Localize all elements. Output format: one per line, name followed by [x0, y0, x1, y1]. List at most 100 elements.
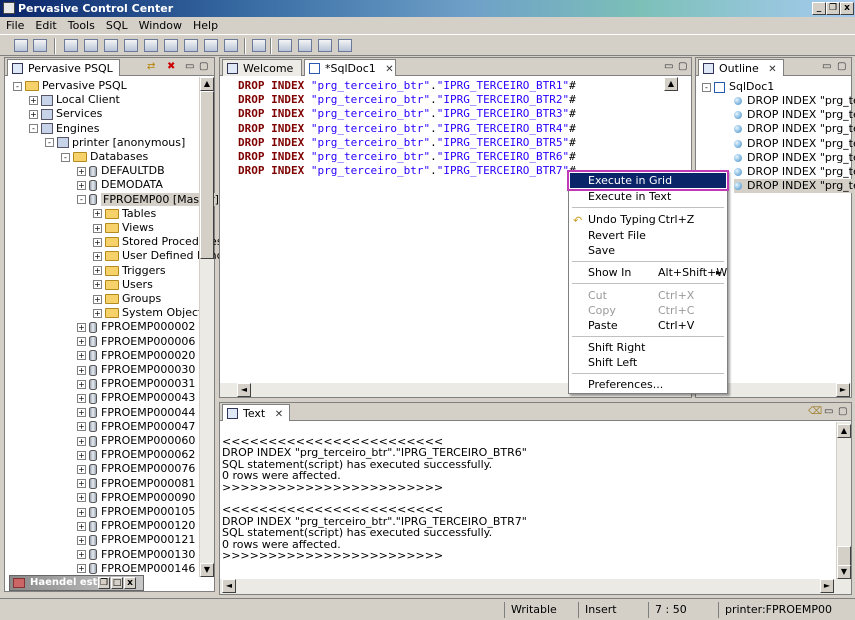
tree-item[interactable]: + FPROEMP000121	[77, 533, 195, 547]
expand-icon[interactable]: +	[77, 351, 86, 361]
minimize-panel-icon[interactable]: ▭	[185, 61, 194, 72]
query-icon[interactable]	[144, 39, 158, 52]
maximize-panel-icon[interactable]: ▢	[199, 61, 208, 72]
collapse-icon[interactable]: -	[13, 81, 22, 91]
key-icon[interactable]	[224, 39, 238, 52]
menu-shift-left[interactable]: Shift Left	[570, 355, 726, 370]
scroll-down-icon[interactable]: ▼	[200, 563, 214, 577]
collapse-icon[interactable]: -	[29, 124, 38, 134]
menu-copy[interactable]: Copy Ctrl+C	[570, 303, 726, 318]
sql-line[interactable]: DROP INDEX "prg_terceiro_btr"."IPRG_TERC…	[238, 122, 576, 136]
expand-icon[interactable]: +	[77, 507, 86, 517]
sql-line[interactable]: DROP INDEX "prg_terceiro_btr"."IPRG_TERC…	[238, 79, 576, 93]
sql-line[interactable]: DROP INDEX "prg_terceiro_btr"."IPRG_TERC…	[238, 93, 576, 107]
tree-item[interactable]: + Triggers	[93, 264, 166, 278]
expand-icon[interactable]: +	[93, 280, 102, 290]
tree-item[interactable]: - Pervasive PSQL	[13, 79, 127, 93]
scroll-up-icon[interactable]: ▲	[837, 424, 851, 438]
menu-edit[interactable]: Edit	[29, 17, 61, 32]
expand-icon[interactable]: +	[77, 379, 86, 389]
expand-icon[interactable]: +	[77, 479, 86, 489]
expand-icon[interactable]: +	[77, 550, 86, 560]
outline-item[interactable]: DROP INDEX "prg_terceir	[734, 94, 855, 108]
scroll-left-icon[interactable]: ◄	[237, 383, 251, 397]
table-icon[interactable]	[84, 39, 98, 52]
run-grid-icon[interactable]	[298, 39, 312, 52]
tree-item[interactable]: + FPROEMP000146	[77, 562, 195, 576]
menu-cut[interactable]: Cut Ctrl+X	[570, 288, 726, 303]
outline-item[interactable]: DROP INDEX "prg_terceir	[734, 165, 855, 179]
tree-item[interactable]: + Tables	[93, 207, 156, 221]
maximize-panel-icon[interactable]: ▢	[837, 61, 846, 72]
document-icon[interactable]	[252, 39, 266, 52]
expand-icon[interactable]: +	[77, 408, 86, 418]
tree-item[interactable]: + FPROEMP000043	[77, 391, 195, 405]
tree-scrollbar[interactable]: ▲ ▼	[199, 77, 214, 577]
menu-execute-in-text[interactable]: Execute in Text	[570, 189, 726, 204]
print-icon[interactable]	[33, 39, 47, 52]
grid-icon[interactable]	[64, 39, 78, 52]
scroll-thumb[interactable]	[837, 546, 851, 566]
scroll-right-icon[interactable]: ►	[836, 383, 850, 397]
close-tab-icon[interactable]: ✕	[275, 409, 283, 420]
close-window-button[interactable]: x	[840, 2, 854, 15]
restore-button[interactable]: ❐	[826, 2, 840, 15]
menu-window[interactable]: Window	[133, 17, 187, 32]
menu-file[interactable]: File	[0, 17, 29, 32]
expand-icon[interactable]: +	[77, 422, 86, 432]
tree-item[interactable]: + FPROEMP000002	[77, 320, 195, 334]
maximize-panel-icon[interactable]: ▢	[838, 406, 847, 417]
save-icon[interactable]	[14, 39, 28, 52]
sql-line[interactable]: DROP INDEX "prg_terceiro_btr"."IPRG_TERC…	[238, 150, 576, 164]
text-vscroll[interactable]: ▲ ▼	[836, 422, 851, 579]
expand-icon[interactable]: +	[77, 337, 86, 347]
expand-icon[interactable]: +	[77, 166, 86, 176]
tree-item[interactable]: + FPROEMP000130	[77, 548, 195, 562]
tree-item[interactable]: - Databases	[61, 150, 148, 164]
tree-item[interactable]: + Views	[93, 221, 154, 235]
tree-item[interactable]: + Services	[29, 107, 102, 121]
tab-sqldoc1[interactable]: *SqlDoc1 ✕	[304, 59, 396, 76]
tree-item[interactable]: + FPROEMP000120	[77, 519, 195, 533]
tree-item[interactable]: + DEFAULTDB	[77, 164, 165, 178]
tree-item[interactable]: + FPROEMP000020	[77, 349, 195, 363]
tree-item[interactable]: + System Objects	[93, 306, 208, 320]
collapse-icon[interactable]: -	[77, 195, 86, 205]
tree-item[interactable]: + FPROEMP000076	[77, 462, 195, 476]
tree-item[interactable]: + FPROEMP000105	[77, 505, 195, 519]
expand-icon[interactable]: +	[77, 564, 86, 574]
expand-icon[interactable]: +	[77, 450, 86, 460]
menu-tools[interactable]: Tools	[62, 17, 100, 32]
outline-item[interactable]: DROP INDEX "prg_terceir	[734, 122, 855, 136]
tree-item[interactable]: - printer [anonymous]	[45, 136, 185, 150]
scroll-down-icon[interactable]: ▼	[837, 565, 851, 579]
minimize-button[interactable]: _	[812, 2, 826, 15]
minimize-panel-icon[interactable]: ▭	[824, 406, 833, 417]
expand-icon[interactable]: +	[77, 322, 86, 332]
tree-item[interactable]: + Local Client	[29, 93, 120, 107]
expand-icon[interactable]: +	[77, 436, 86, 446]
collapse-icon[interactable]: -	[702, 82, 711, 92]
expand-icon[interactable]: +	[77, 521, 86, 531]
expand-icon[interactable]: +	[77, 393, 86, 403]
menu-help[interactable]: Help	[187, 17, 223, 32]
collapse-icon[interactable]: -	[61, 152, 70, 162]
clear-icon[interactable]: ⌫	[808, 406, 822, 417]
menu-sql[interactable]: SQL	[100, 17, 133, 32]
link-icon[interactable]: ⇄	[147, 61, 155, 72]
tree-item[interactable]: + Users	[93, 278, 153, 292]
outline-item[interactable]: DROP INDEX "prg_terceir	[734, 108, 855, 122]
scroll-up-icon[interactable]: ▲	[200, 77, 214, 91]
outline-root[interactable]: - SqlDoc1	[702, 80, 774, 94]
outline-item[interactable]: DROP INDEX "prg_terceir	[734, 137, 855, 151]
tree-item[interactable]: + FPROEMP000060	[77, 434, 195, 448]
expand-icon[interactable]: +	[93, 209, 102, 219]
export-icon[interactable]	[124, 39, 138, 52]
maximize-panel-icon[interactable]: ▢	[678, 61, 687, 72]
taskbar-item[interactable]: Haendel est. ❐ □ x	[9, 575, 144, 591]
tab-pervasive-psql[interactable]: Pervasive PSQL	[7, 59, 120, 76]
tree-item[interactable]: + FPROEMP000047	[77, 420, 195, 434]
outline-item[interactable]: DROP INDEX "prg_terceir	[734, 151, 855, 165]
expand-icon[interactable]: +	[77, 365, 86, 375]
menu-paste[interactable]: Paste Ctrl+V	[570, 318, 726, 333]
